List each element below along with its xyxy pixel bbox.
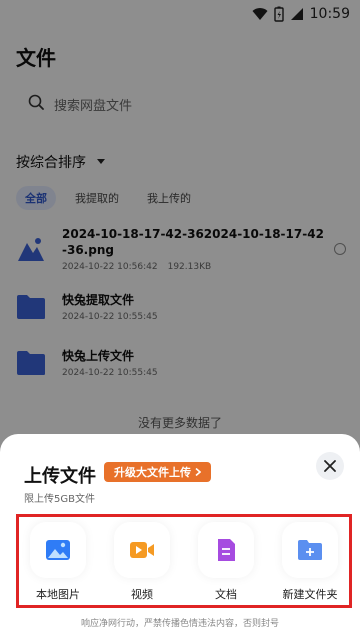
limit-text: 限上传5GB文件 <box>24 494 95 505</box>
footer-note: 响应净网行动，严禁传播色情违法内容，否则封号 <box>80 619 279 629</box>
video-icon <box>114 522 170 578</box>
new-folder-icon <box>282 522 338 578</box>
upgrade-label: 升级大文件上传 <box>114 466 191 479</box>
option-label: 视频 <box>131 588 153 601</box>
document-icon <box>198 522 254 578</box>
close-icon <box>324 457 336 476</box>
close-button[interactable] <box>316 452 344 480</box>
upload-video-button[interactable]: 视频 <box>103 522 181 602</box>
upload-options: 本地图片 视频 文档 新建文件夹 <box>16 516 352 606</box>
upload-sheet: 上传文件 升级大文件上传 限上传5GB文件 本地图片 视频 文档 新建文件夹 响… <box>0 434 360 640</box>
new-folder-button[interactable]: 新建文件夹 <box>271 522 349 602</box>
option-label: 本地图片 <box>36 588 80 601</box>
image-icon <box>30 522 86 578</box>
upload-document-button[interactable]: 文档 <box>187 522 265 602</box>
upload-image-button[interactable]: 本地图片 <box>19 522 97 602</box>
upgrade-button[interactable]: 升级大文件上传 <box>104 462 211 482</box>
chevron-right-icon <box>195 466 202 479</box>
option-label: 文档 <box>215 588 237 601</box>
sheet-title: 上传文件 <box>24 466 96 487</box>
option-label: 新建文件夹 <box>282 588 338 601</box>
